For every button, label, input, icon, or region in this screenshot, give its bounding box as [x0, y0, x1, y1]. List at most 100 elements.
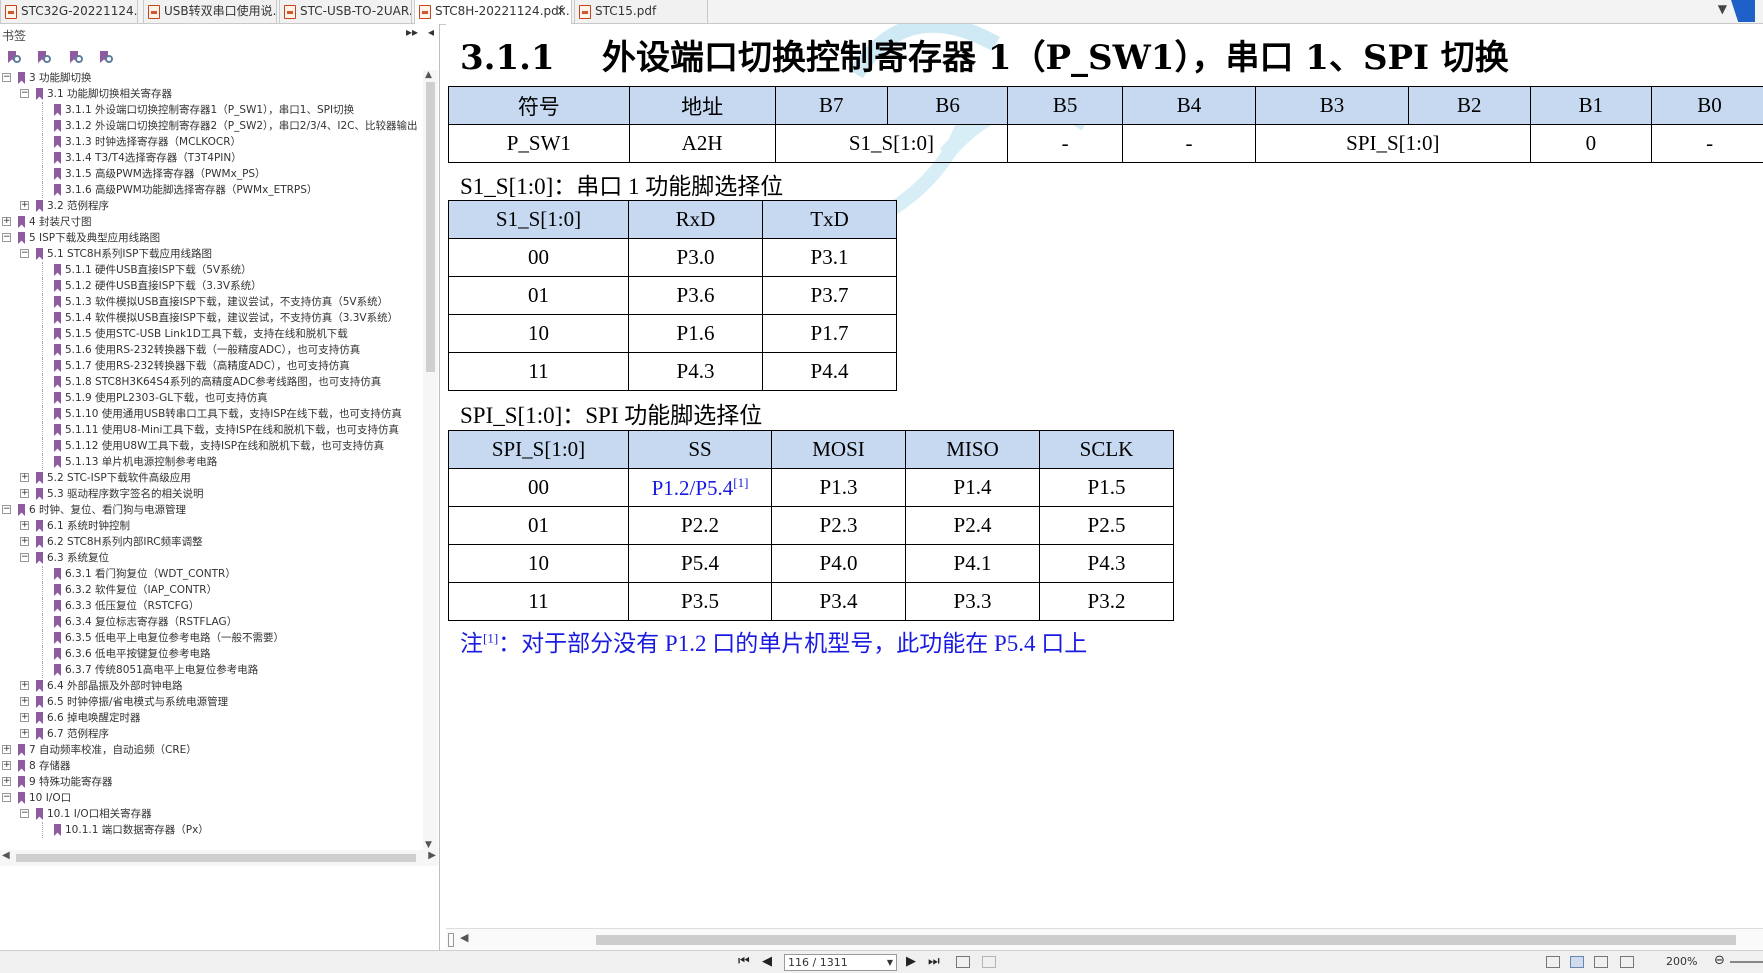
tab-stc-usb-to-2uart[interactable]: STC-USB-TO-2UAR... [279, 0, 412, 24]
bookmark-item[interactable]: +9 特殊功能寄存器 [0, 774, 422, 790]
forward-view-icon[interactable] [982, 956, 996, 968]
bookmark-item[interactable]: 3.1.6 高级PWM功能脚选择寄存器（PWMx_ETRPS） [0, 182, 422, 198]
zoom-out-icon[interactable]: ⊖ [1714, 953, 1725, 968]
scroll-up-icon[interactable]: ▲ [425, 70, 432, 80]
expand-icon[interactable]: + [2, 217, 11, 226]
bookmark-item[interactable]: − 5.1 STC8H系列ISP下载应用线路图 [0, 246, 422, 262]
bookmark-item[interactable]: +6.1 系统时钟控制 [0, 518, 422, 534]
bookmark-item[interactable]: 6.3.7 传统8051高电平上电复位参考电路 [0, 662, 422, 678]
last-page-button[interactable]: ⏭ [928, 954, 940, 969]
bookmark-item[interactable]: 5.1.4 软件模拟USB直接ISP下载，建议尝试，不支持仿真（3.3V系统） [0, 310, 422, 326]
tab-usb-dual-serial[interactable]: USB转双串口使用说... [143, 0, 277, 24]
bookmark-item[interactable]: 5.1.9 使用PL2303-GL下载，也可支持仿真 [0, 390, 422, 406]
collapse-panel-icon[interactable]: ▸▸ [406, 25, 418, 39]
bookmark-collapse-icon[interactable] [36, 50, 52, 66]
bookmark-item[interactable]: 5.1.5 使用STC-USB Link1D工具下载，支持在线和脱机下载 [0, 326, 422, 342]
bookmark-item[interactable]: − 6.3 系统复位 [0, 550, 422, 566]
bookmark-item[interactable]: +3.2 范例程序 [0, 198, 422, 214]
bookmark-item[interactable]: − 10.1 I/O口相关寄存器 [0, 806, 422, 822]
bookmark-item[interactable]: 6.3.4 复位标志寄存器（RSTFLAG） [0, 614, 422, 630]
scrollbar-thumb[interactable] [16, 854, 416, 862]
bookmark-item[interactable]: 5.1.3 软件模拟USB直接ISP下载，建议尝试，不支持仿真（5V系统） [0, 294, 422, 310]
bookmark-item[interactable]: +6.6 掉电唤醒定时器 [0, 710, 422, 726]
chevron-down-icon[interactable]: ▼ [887, 955, 893, 970]
bookmark-add-icon[interactable] [68, 50, 84, 66]
bookmark-find-icon[interactable] [98, 50, 114, 66]
footnote-ref[interactable]: [1] [733, 475, 748, 490]
bookmark-item[interactable]: +6.4 外部晶振及外部时钟电路 [0, 678, 422, 694]
bookmark-item[interactable]: − 6 时钟、复位、看门狗与电源管理 [0, 502, 422, 518]
bookmark-item[interactable]: 6.3.2 软件复位（IAP_CONTR） [0, 582, 422, 598]
bookmark-item[interactable]: − 10 I/O口 [0, 790, 422, 806]
first-page-button[interactable]: ⏮ [738, 954, 750, 969]
collapse-icon[interactable]: − [2, 233, 11, 242]
tab-stc8h[interactable]: STC8H-20221124.pdf... × [414, 0, 572, 25]
bookmark-item[interactable]: +6.7 范例程序 [0, 726, 422, 742]
expand-icon[interactable]: + [2, 761, 11, 770]
bookmark-item[interactable]: − 5 ISP下载及典型应用线路图 [0, 230, 422, 246]
bookmark-vertical-scrollbar[interactable]: ▲ ▼ [423, 70, 438, 850]
bookmark-item[interactable]: +5.2 STC-ISP下载软件高级应用 [0, 470, 422, 486]
bookmark-item[interactable]: 5.1.10 使用通用USB转串口工具下载，支持ISP在线下载，也可支持仿真 [0, 406, 422, 422]
bookmark-item[interactable]: +5.3 驱动程序数字签名的相关说明 [0, 486, 422, 502]
bookmark-expand-icon[interactable] [6, 50, 22, 66]
scrollbar-thumb[interactable] [426, 82, 435, 372]
expand-icon[interactable]: + [20, 713, 29, 722]
zoom-level[interactable]: 200% [1666, 955, 1697, 968]
tab-stc32g[interactable]: STC32G-20221124.... [0, 0, 138, 24]
collapse-icon[interactable]: − [2, 73, 11, 82]
bookmark-item[interactable]: +7 自动频率校准，自动追频（CRE） [0, 742, 422, 758]
bookmark-item[interactable]: 5.1.6 使用RS-232转换器下载（一般精度ADC），也可支持仿真 [0, 342, 422, 358]
expand-icon[interactable]: + [20, 681, 29, 690]
bookmark-item[interactable]: +8 存储器 [0, 758, 422, 774]
single-page-view-icon[interactable] [1546, 956, 1560, 968]
bookmark-item[interactable]: 3.1.1 外设端口切换控制寄存器1（P_SW1），串口1、SPI切换 [0, 102, 422, 118]
facing-view-icon[interactable] [1594, 956, 1608, 968]
bookmark-item[interactable]: 10.1.1 端口数据寄存器（Px） [0, 822, 422, 838]
expand-icon[interactable]: + [20, 697, 29, 706]
collapse-icon[interactable]: − [20, 249, 29, 258]
scroll-left-icon[interactable]: ◀ [2, 850, 10, 861]
bookmark-item[interactable]: 3.1.5 高级PWM选择寄存器（PWMx_PS） [0, 166, 422, 182]
bookmark-item[interactable]: 5.1.2 硬件USB直接ISP下载（3.3V系统） [0, 278, 422, 294]
expand-icon[interactable]: + [20, 521, 29, 530]
expand-icon[interactable]: + [20, 473, 29, 482]
bookmark-item[interactable]: 5.1.8 STC8H3K64S4系列的高精度ADC参考线路图，也可支持仿真 [0, 374, 422, 390]
scroll-right-icon[interactable]: ▶ [428, 850, 436, 861]
bookmark-item[interactable]: − 3.1 功能脚切换相关寄存器 [0, 86, 422, 102]
expand-icon[interactable]: + [2, 777, 11, 786]
close-icon[interactable]: × [556, 0, 567, 23]
document-horizontal-scrollbar[interactable]: ◀ [446, 928, 1763, 950]
bookmark-item[interactable]: +4 封装尺寸图 [0, 214, 422, 230]
back-view-icon[interactable] [956, 956, 970, 968]
scroll-left-icon[interactable]: ◀ [460, 931, 468, 944]
bookmark-item[interactable]: 6.3.1 看门狗复位（WDT_CONTR） [0, 566, 422, 582]
scroll-down-icon[interactable]: ▼ [425, 840, 432, 850]
bookmark-item[interactable]: 5.1.11 使用U8-Mini工具下载，支持ISP在线和脱机下载，也可支持仿真 [0, 422, 422, 438]
bookmark-item[interactable]: 3.1.2 外设端口切换控制寄存器2（P_SW2），串口2/3/4、I2C、比较… [0, 118, 422, 134]
zoom-slider[interactable] [1730, 961, 1763, 963]
tab-stc15[interactable]: STC15.pdf [574, 0, 708, 24]
page-number-input[interactable]: 116 / 1311 ▼ [784, 954, 897, 971]
continuous-view-icon[interactable] [1570, 956, 1584, 968]
bookmark-item[interactable]: 6.3.5 低电平上电复位参考电路（一般不需要） [0, 630, 422, 646]
collapse-icon[interactable]: − [2, 505, 11, 514]
continuous-facing-view-icon[interactable] [1620, 956, 1634, 968]
split-handle[interactable] [448, 933, 454, 947]
document-view[interactable]: 3.1.1 外设端口切换控制寄存器 1（P_SW1），串口 1、SPI 切换 符号… [446, 24, 1763, 928]
bookmark-item[interactable]: 3.1.3 时钟选择寄存器（MCLKOCR） [0, 134, 422, 150]
collapse-icon[interactable]: − [20, 553, 29, 562]
bookmark-item[interactable]: 5.1.1 硬件USB直接ISP下载（5V系统） [0, 262, 422, 278]
previous-page-button[interactable]: ◀ [762, 954, 772, 969]
bookmark-item[interactable]: +6.2 STC8H系列内部IRC频率调整 [0, 534, 422, 550]
bookmark-horizontal-scrollbar[interactable]: ◀ ▶ [0, 850, 438, 866]
collapse-icon[interactable]: − [20, 809, 29, 818]
bookmark-item[interactable]: 5.1.7 使用RS-232转换器下载（高精度ADC），也可支持仿真 [0, 358, 422, 374]
bookmark-item[interactable]: 5.1.13 单片机电源控制参考电路 [0, 454, 422, 470]
expand-icon[interactable]: + [20, 537, 29, 546]
expand-icon[interactable]: + [20, 489, 29, 498]
expand-icon[interactable]: + [20, 201, 29, 210]
expand-icon[interactable]: + [20, 729, 29, 738]
collapse-icon[interactable]: − [2, 793, 11, 802]
expand-icon[interactable]: + [2, 745, 11, 754]
